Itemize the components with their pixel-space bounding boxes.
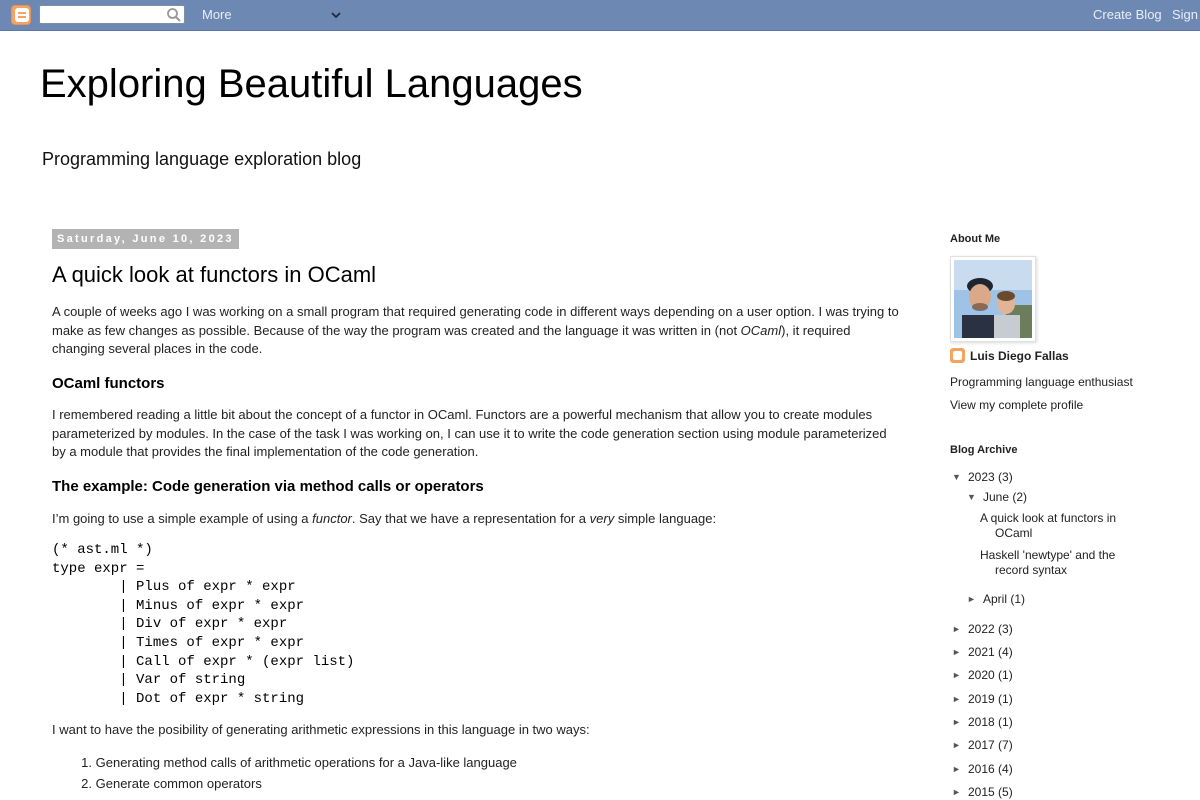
example-text-b: . Say that we have a representation for … (351, 511, 590, 526)
archive-year-2020[interactable]: 2020 (1) (968, 668, 1013, 682)
expand-toggle-icon[interactable]: ► (967, 594, 976, 604)
profile-name-link[interactable]: Luis Diego Fallas (970, 349, 1069, 363)
archive-year-2019[interactable]: 2019 (1) (968, 692, 1013, 706)
archive-count: (1) (998, 692, 1013, 706)
example-text-a: I’m going to use a simple example of usi… (52, 511, 313, 526)
archive-year-2016[interactable]: 2016 (4) (968, 762, 1013, 776)
blogger-logo-icon[interactable] (11, 5, 31, 25)
expand-toggle-icon[interactable]: ► (952, 787, 961, 797)
archive-month-label[interactable]: April (983, 592, 1007, 606)
view-profile-link[interactable]: View my complete profile (950, 398, 1083, 412)
collapse-toggle-icon[interactable]: ▼ (967, 492, 976, 502)
profile-about-text: Programming language enthusiast (950, 375, 1133, 389)
about-me-heading: About Me (950, 233, 1001, 245)
more-menu-label[interactable]: More (202, 7, 232, 22)
list-item-number: 2. (81, 776, 92, 791)
search-icon[interactable] (166, 7, 182, 23)
code-line: | Call of expr * (expr list) (52, 653, 355, 670)
code-block: (* ast.ml *) type expr = | Plus of expr *… (52, 541, 354, 708)
archive-count: (5) (998, 785, 1013, 799)
archive-year-label[interactable]: 2017 (968, 738, 995, 752)
post-paragraph-example: I’m going to use a simple example of usi… (52, 510, 902, 529)
profile-photo-image (954, 260, 1032, 338)
expand-toggle-icon[interactable]: ► (952, 764, 961, 774)
example-emphasis-very: very (589, 511, 615, 526)
archive-count: (3) (998, 622, 1013, 636)
sign-in-link[interactable]: Sign (1172, 7, 1198, 22)
blog-archive-heading: Blog Archive (950, 444, 1018, 456)
archive-year-label[interactable]: 2016 (968, 762, 995, 776)
blog-title[interactable]: Exploring Beautiful Languages (40, 60, 583, 108)
archive-year-label[interactable]: 2023 (968, 470, 995, 484)
section-heading-example: The example: Code generation via method … (52, 478, 484, 495)
archive-year-2017[interactable]: 2017 (7) (968, 738, 1013, 752)
code-line: | Dot of expr * string (52, 690, 305, 707)
archive-post-line[interactable]: record syntax (980, 563, 1130, 578)
archive-year-label[interactable]: 2020 (968, 668, 995, 682)
list-item: 1. Generating method calls of arithmetic… (52, 752, 517, 773)
list-item-text: Generating method calls of arithmetic op… (95, 755, 517, 770)
archive-count: (2) (1012, 490, 1028, 504)
collapse-toggle-icon[interactable]: ▼ (952, 472, 961, 482)
post-title[interactable]: A quick look at functors in OCaml (52, 261, 376, 289)
archive-post-line[interactable]: A quick look at functors in (980, 511, 1130, 526)
code-line: type expr = (52, 560, 145, 577)
archive-post-line[interactable]: Haskell 'newtype' and the (980, 548, 1130, 563)
archive-count: (4) (998, 645, 1013, 659)
code-line: | Minus of expr * expr (52, 597, 305, 614)
ordered-list: 1. Generating method calls of arithmetic… (52, 752, 517, 794)
archive-year-2018[interactable]: 2018 (1) (968, 715, 1013, 729)
blogger-navbar: More Create Blog Sign (0, 0, 1200, 31)
code-line: | Plus of expr * expr (52, 579, 296, 596)
archive-count: (4) (998, 762, 1013, 776)
navbar-search-input[interactable] (39, 5, 185, 24)
archive-count: (1) (998, 668, 1013, 682)
example-text-c: simple language: (614, 511, 717, 526)
archive-year-label[interactable]: 2019 (968, 692, 995, 706)
archive-month-label[interactable]: June (983, 490, 1009, 504)
archive-year-2023[interactable]: 2023 (3) (968, 470, 1013, 484)
archive-year-label[interactable]: 2021 (968, 645, 995, 659)
archive-count: (1) (998, 715, 1013, 729)
expand-toggle-icon[interactable]: ► (952, 624, 961, 634)
expand-toggle-icon[interactable]: ► (952, 740, 961, 750)
blog-description: Programming language exploration blog (42, 149, 362, 169)
expand-toggle-icon[interactable]: ► (952, 670, 961, 680)
post-paragraph-ways: I want to have the posibility of generat… (52, 722, 590, 737)
archive-count: (1) (1010, 592, 1026, 606)
archive-year-label[interactable]: 2015 (968, 785, 995, 799)
post-date-header: Saturday, June 10, 2023 (52, 229, 239, 249)
archive-year-2022[interactable]: 2022 (3) (968, 622, 1013, 636)
section-heading-functors: OCaml functors (52, 375, 165, 392)
archive-year-label[interactable]: 2018 (968, 715, 995, 729)
expand-toggle-icon[interactable]: ► (952, 717, 961, 727)
intro-emphasis-ocaml: OCaml (740, 322, 782, 338)
code-line: | Div of expr * expr (52, 616, 288, 633)
code-line: | Times of expr * expr (52, 634, 305, 651)
expand-toggle-icon[interactable]: ► (952, 694, 961, 704)
profile-photo[interactable] (950, 256, 1036, 342)
archive-month-april[interactable]: April (1) (983, 592, 1025, 606)
blogger-profile-icon (950, 348, 965, 363)
code-line: | Var of string (52, 672, 246, 689)
list-item: 2. Generate common operators (52, 773, 517, 794)
archive-count: (3) (998, 470, 1013, 484)
archive-count: (7) (998, 738, 1013, 752)
create-blog-link[interactable]: Create Blog (1093, 7, 1162, 22)
list-item-text: Generate common operators (95, 776, 262, 791)
archive-year-2015[interactable]: 2015 (5) (968, 785, 1013, 799)
archive-post-link-functors[interactable]: A quick look at functors in OCaml (980, 511, 1130, 541)
example-emphasis-functor: functor (312, 511, 352, 526)
expand-toggle-icon[interactable]: ► (952, 647, 961, 657)
archive-year-label[interactable]: 2022 (968, 622, 995, 636)
archive-year-2021[interactable]: 2021 (4) (968, 645, 1013, 659)
archive-month-june[interactable]: June (2) (983, 490, 1027, 504)
archive-post-link-newtype[interactable]: Haskell 'newtype' and the record syntax (980, 548, 1130, 578)
post-paragraph-intro: A couple of weeks ago I was working on a… (52, 303, 902, 359)
code-line: (* ast.ml *) (52, 542, 153, 558)
post-paragraph-functors: I remembered reading a little bit about … (52, 407, 887, 460)
list-item-number: 1. (81, 755, 92, 770)
chevron-down-icon[interactable] (329, 8, 343, 22)
archive-post-line[interactable]: OCaml (980, 526, 1130, 541)
